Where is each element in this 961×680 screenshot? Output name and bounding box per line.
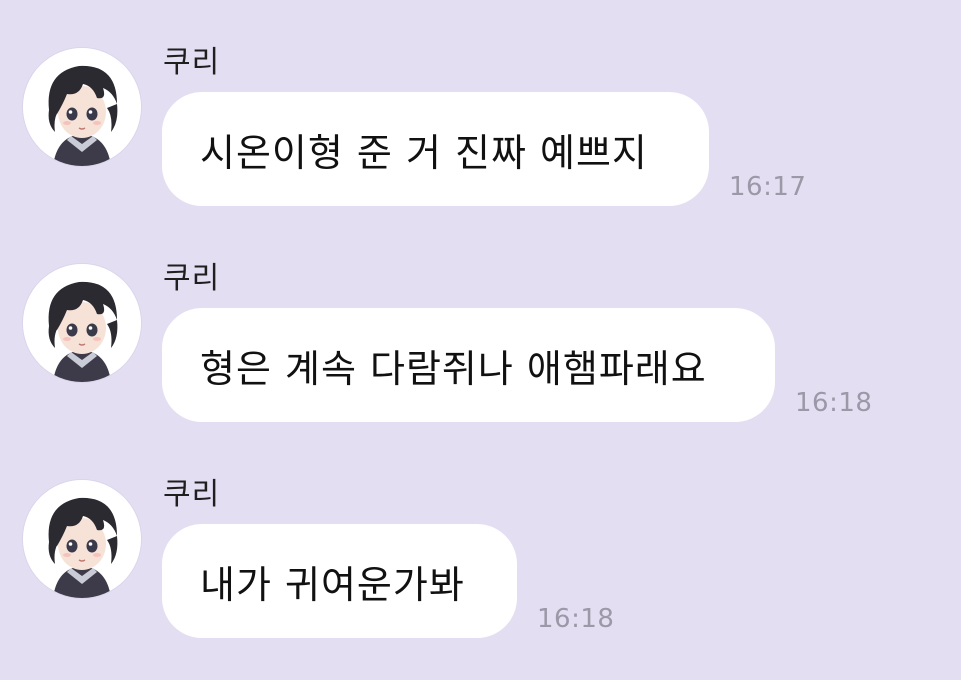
avatar-illustration [23,48,141,166]
sender-name: 쿠리 [163,45,221,80]
message-text: 내가 귀여운가봐 [200,562,465,607]
message-text: 형은 계속 다람쥐나 애햄파래요 [200,346,707,391]
avatar-illustration [23,480,141,598]
chat-area: 쿠리 시온이형 준 거 진짜 예쁘지 16:17 쿠리 형은 계속 다람쥐나 애… [0,0,961,676]
message-time: 16:18 [537,604,615,634]
profile-avatar-icon[interactable] [23,264,141,382]
message-time: 16:17 [729,172,807,202]
message-time: 16:18 [795,388,873,418]
sender-name: 쿠리 [163,477,221,512]
message-row: 쿠리 시온이형 준 거 진짜 예쁘지 16:17 [0,45,961,248]
message-row: 쿠리 내가 귀여운가봐 16:18 [0,477,961,680]
avatar-illustration [23,264,141,382]
message-bubble[interactable]: 형은 계속 다람쥐나 애햄파래요 [162,308,775,422]
sender-name: 쿠리 [163,261,221,296]
message-bubble[interactable]: 시온이형 준 거 진짜 예쁘지 [162,92,709,206]
message-bubble[interactable]: 내가 귀여운가봐 [162,524,517,638]
profile-avatar-icon[interactable] [23,48,141,166]
profile-avatar-icon[interactable] [23,480,141,598]
message-text: 시온이형 준 거 진짜 예쁘지 [200,130,648,175]
message-row: 쿠리 형은 계속 다람쥐나 애햄파래요 16:18 [0,261,961,464]
